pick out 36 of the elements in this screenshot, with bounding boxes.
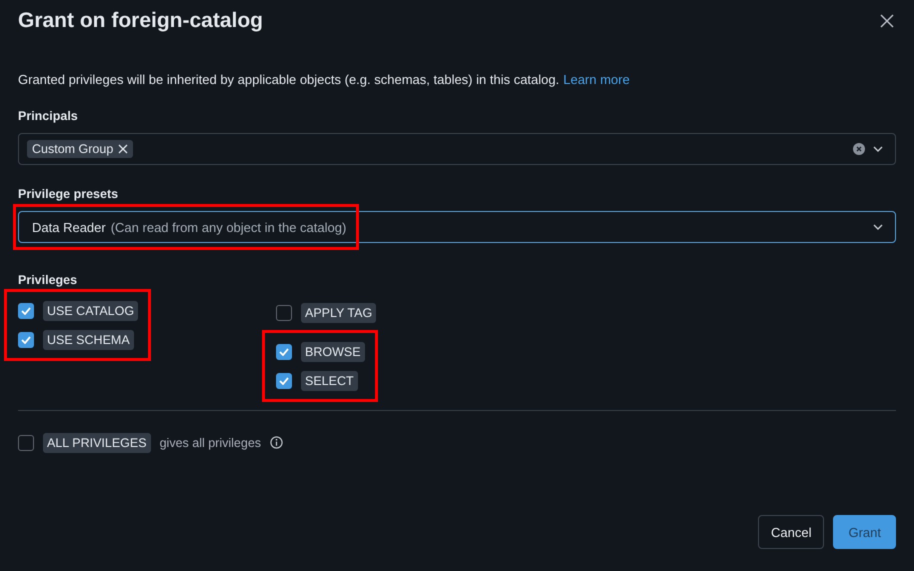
- field-label: Privileges: [18, 273, 78, 287]
- info-icon[interactable]: [270, 436, 284, 449]
- privilege-label: USE CATALOG: [43, 300, 138, 320]
- check-icon: [21, 336, 31, 344]
- check-icon: [21, 306, 31, 314]
- privilege-label: APPLY TAG: [301, 302, 376, 322]
- chevron-down-icon[interactable]: [873, 146, 883, 152]
- tag-label: Custom Group: [32, 142, 114, 156]
- field-label: Principals: [18, 109, 79, 123]
- principals-field[interactable]: Custom Group: [18, 133, 896, 165]
- checkbox[interactable]: [18, 332, 34, 348]
- field-label: Privilege presets: [18, 187, 120, 201]
- dialog-title: Grant on foreign-catalog: [18, 9, 264, 33]
- clear-icon[interactable]: [853, 143, 865, 155]
- privilege-label: BROWSE: [301, 342, 365, 362]
- preset-hint: (Can read from any object in the catalog): [110, 220, 346, 234]
- cancel-button[interactable]: Cancel: [758, 515, 824, 549]
- learn-more-link[interactable]: Learn more: [563, 72, 630, 87]
- preset-value: Data Reader: [32, 220, 106, 234]
- checkbox[interactable]: [276, 344, 292, 360]
- checkbox[interactable]: [276, 304, 292, 320]
- privilege-label: ALL PRIVILEGES: [43, 432, 151, 452]
- description-text: Granted privileges will be inherited by applicable objects (e.g. schemas, tables) in this catalog.: [18, 72, 560, 87]
- check-icon: [279, 348, 289, 356]
- chevron-down-icon[interactable]: [873, 224, 883, 230]
- checkbox[interactable]: [18, 434, 34, 450]
- checkbox[interactable]: [18, 302, 34, 318]
- note-text: gives all privileges: [160, 436, 262, 450]
- remove-icon[interactable]: [118, 144, 128, 154]
- privilege-label: SELECT: [301, 370, 358, 390]
- close-icon[interactable]: [880, 14, 894, 28]
- checkbox[interactable]: [276, 372, 292, 388]
- grant-button[interactable]: Grant: [833, 515, 896, 549]
- preset-select[interactable]: Data Reader (Can read from any object in the catalog): [18, 211, 896, 243]
- check-icon: [279, 376, 289, 384]
- privilege-label: USE SCHEMA: [43, 330, 134, 350]
